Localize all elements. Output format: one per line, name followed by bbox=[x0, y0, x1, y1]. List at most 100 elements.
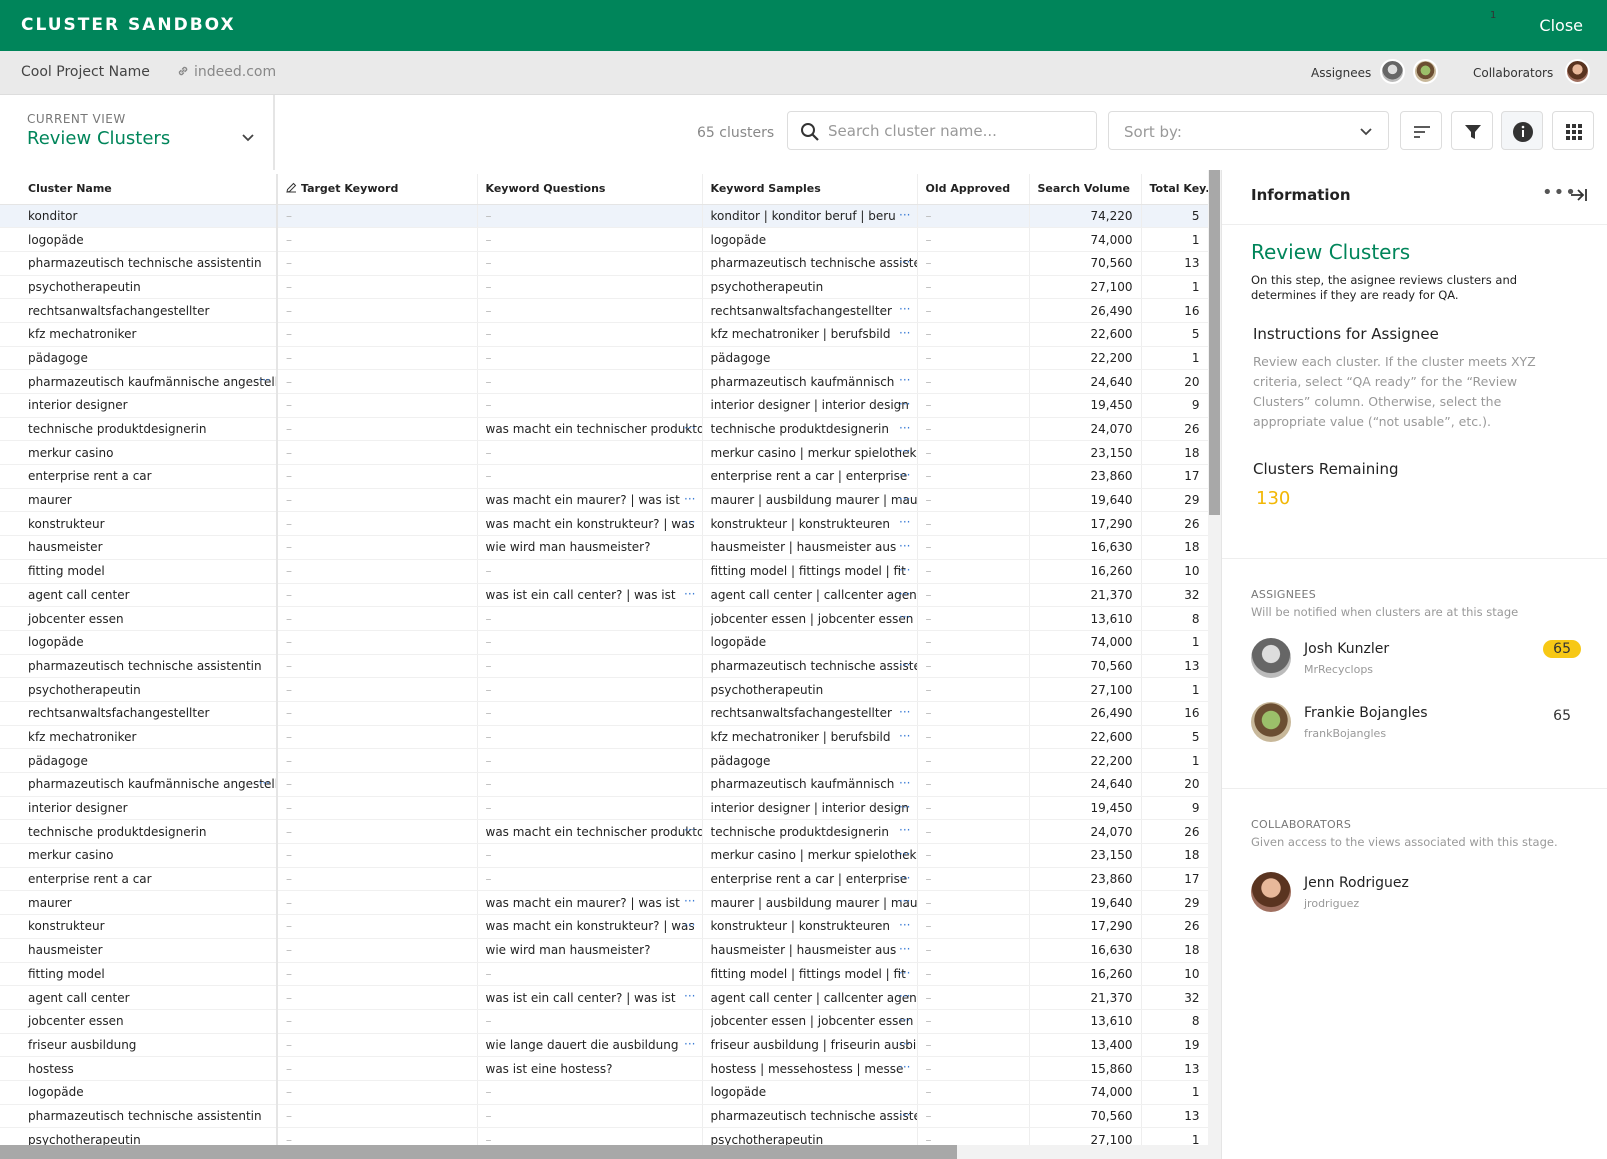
search-volume-cell[interactable]: 21,370 bbox=[1029, 985, 1142, 1010]
cluster-name-cell[interactable]: friseur ausbildung bbox=[0, 1033, 278, 1058]
old-approved-cell[interactable]: – bbox=[917, 914, 1030, 939]
cluster-name-cell[interactable]: merkur casino bbox=[0, 440, 278, 466]
search-volume-cell[interactable]: 22,200 bbox=[1029, 346, 1142, 371]
total-keywords-cell[interactable]: 16 bbox=[1141, 701, 1208, 726]
search-volume-cell[interactable]: 74,000 bbox=[1029, 1080, 1142, 1105]
old-approved-cell[interactable]: – bbox=[917, 559, 1030, 584]
cluster-name-cell[interactable]: logopäde bbox=[0, 227, 278, 252]
search-volume-cell[interactable]: 27,100 bbox=[1029, 677, 1142, 702]
avatar[interactable] bbox=[1380, 59, 1405, 84]
expand-cell-icon[interactable]: ··· bbox=[680, 894, 695, 908]
keyword-samples-cell[interactable]: konditor | konditor beruf | beruf ··· bbox=[702, 204, 918, 229]
target-keyword-cell[interactable]: – bbox=[277, 772, 478, 797]
cluster-name-cell[interactable]: technische produktdesignerin bbox=[0, 417, 278, 442]
table-row[interactable]: technische produktdesignerin – was macht e… bbox=[0, 819, 1208, 845]
expand-cell-icon[interactable]: ··· bbox=[255, 776, 270, 790]
expand-cell-icon[interactable]: ··· bbox=[680, 989, 695, 1003]
old-approved-cell[interactable]: – bbox=[917, 369, 1030, 394]
total-keywords-cell[interactable]: 1 bbox=[1141, 748, 1208, 773]
table-row[interactable]: pharmazeutisch technische assistentin – – p… bbox=[0, 654, 1208, 679]
total-keywords-cell[interactable]: 1 bbox=[1141, 275, 1208, 300]
keyword-questions-cell[interactable]: – bbox=[477, 1127, 703, 1145]
expand-cell-icon[interactable]: ··· bbox=[680, 587, 695, 601]
target-keyword-cell[interactable]: – bbox=[277, 559, 478, 584]
total-keywords-cell[interactable]: 29 bbox=[1141, 890, 1208, 916]
table-row[interactable]: merkur casino – – merkur casino | merkur sp… bbox=[0, 843, 1208, 868]
expand-cell-icon[interactable]: ··· bbox=[895, 587, 910, 601]
table-row[interactable]: rechtsanwaltsfachangestellter – – rechtsanw… bbox=[0, 701, 1208, 726]
target-keyword-cell[interactable]: – bbox=[277, 1033, 478, 1058]
search-input[interactable] bbox=[828, 120, 1088, 142]
old-approved-cell[interactable]: – bbox=[917, 843, 1030, 868]
cluster-name-cell[interactable]: hausmeister bbox=[0, 535, 278, 560]
cluster-name-cell[interactable]: jobcenter essen bbox=[0, 606, 278, 631]
keyword-questions-cell[interactable]: – bbox=[477, 464, 703, 489]
cluster-name-cell[interactable]: hostess bbox=[0, 1056, 278, 1081]
total-keywords-cell[interactable]: 18 bbox=[1141, 535, 1208, 560]
keyword-questions-cell[interactable]: was ist ein call center? | was ist ··· bbox=[477, 583, 703, 608]
old-approved-cell[interactable]: – bbox=[917, 440, 1030, 466]
old-approved-cell[interactable]: – bbox=[917, 275, 1030, 300]
keyword-samples-cell[interactable]: maurer | ausbildung maurer | maurer ··· bbox=[702, 890, 918, 916]
cluster-name-cell[interactable]: psychotherapeutin bbox=[0, 275, 278, 300]
total-keywords-cell[interactable]: 1 bbox=[1141, 346, 1208, 371]
sort-select[interactable]: Sort by: bbox=[1108, 111, 1389, 150]
search-volume-cell[interactable]: 70,560 bbox=[1029, 251, 1142, 276]
table-row[interactable]: technische produktdesignerin – was macht e… bbox=[0, 417, 1208, 442]
filter-button[interactable] bbox=[1451, 111, 1493, 150]
expand-cell-icon[interactable]: ··· bbox=[895, 989, 910, 1003]
expand-cell-icon[interactable]: ··· bbox=[895, 894, 910, 908]
table-row[interactable]: psychotherapeutin – – psychotherapeutin – 27,… bbox=[0, 275, 1208, 300]
table-row[interactable]: jobcenter essen – – jobcenter essen | jobce… bbox=[0, 1009, 1208, 1034]
search-volume-cell[interactable]: 17,290 bbox=[1029, 511, 1142, 537]
expand-cell-icon[interactable]: ··· bbox=[895, 515, 910, 529]
total-keywords-cell[interactable]: 1 bbox=[1141, 1080, 1208, 1105]
target-keyword-cell[interactable]: – bbox=[277, 1056, 478, 1081]
total-keywords-cell[interactable]: 8 bbox=[1141, 606, 1208, 631]
search-volume-cell[interactable]: 24,070 bbox=[1029, 417, 1142, 442]
keyword-samples-cell[interactable]: kfz mechatroniker | berufsbild ··· bbox=[702, 725, 918, 750]
table-row[interactable]: interior designer – – interior designer | i… bbox=[0, 393, 1208, 418]
target-keyword-cell[interactable]: – bbox=[277, 275, 478, 300]
expand-cell-icon[interactable]: ··· bbox=[680, 1037, 695, 1051]
expand-cell-icon[interactable]: ··· bbox=[895, 1013, 910, 1027]
old-approved-cell[interactable]: – bbox=[917, 1056, 1030, 1081]
keyword-samples-cell[interactable]: hausmeister | hausmeister aus ··· bbox=[702, 535, 918, 560]
search-volume-cell[interactable]: 26,490 bbox=[1029, 701, 1142, 726]
target-keyword-cell[interactable]: – bbox=[277, 1127, 478, 1145]
view-selector[interactable]: CURRENT VIEW Review Clusters bbox=[0, 95, 275, 170]
search-volume-cell[interactable]: 74,000 bbox=[1029, 227, 1142, 252]
search-box[interactable] bbox=[787, 111, 1097, 150]
column-header-total-keywords[interactable]: Total Key... bbox=[1141, 174, 1208, 205]
sort-order-button[interactable] bbox=[1400, 111, 1442, 150]
total-keywords-cell[interactable]: 32 bbox=[1141, 583, 1208, 608]
old-approved-cell[interactable]: – bbox=[917, 1080, 1030, 1105]
keyword-samples-cell[interactable]: enterprise rent a car | enterprise ··· bbox=[702, 867, 918, 892]
keyword-questions-cell[interactable]: – bbox=[477, 630, 703, 655]
old-approved-cell[interactable]: – bbox=[917, 204, 1030, 229]
keyword-questions-cell[interactable]: – bbox=[477, 606, 703, 631]
table-row[interactable]: pädagoge – – pädagoge – 22,200 1 bbox=[0, 346, 1208, 371]
search-volume-cell[interactable]: 15,860 bbox=[1029, 1056, 1142, 1081]
cluster-name-cell[interactable]: maurer bbox=[0, 488, 278, 513]
table-row[interactable]: logopäde – – logopäde – 74,000 1 bbox=[0, 630, 1208, 655]
keyword-questions-cell[interactable]: was ist ein call center? | was ist ··· bbox=[477, 985, 703, 1010]
search-volume-cell[interactable]: 19,450 bbox=[1029, 393, 1142, 418]
search-volume-cell[interactable]: 70,560 bbox=[1029, 654, 1142, 679]
expand-cell-icon[interactable]: ··· bbox=[895, 421, 910, 435]
expand-cell-icon[interactable]: ··· bbox=[895, 800, 910, 814]
keyword-questions-cell[interactable]: wie wird man hausmeister? bbox=[477, 535, 703, 560]
cluster-name-cell[interactable]: kfz mechatroniker bbox=[0, 725, 278, 750]
keyword-questions-cell[interactable]: – bbox=[477, 772, 703, 797]
cluster-name-cell[interactable]: kfz mechatroniker bbox=[0, 322, 278, 347]
search-volume-cell[interactable]: 22,200 bbox=[1029, 748, 1142, 773]
table-row[interactable]: psychotherapeutin – – psychotherapeutin – 27,… bbox=[0, 677, 1208, 702]
table-row[interactable]: konstrukteur – was macht ein konstrukteur?… bbox=[0, 511, 1208, 537]
table-row[interactable]: agent call center – was ist ein call cente… bbox=[0, 985, 1208, 1010]
keyword-questions-cell[interactable]: – bbox=[477, 275, 703, 300]
table-row[interactable]: fitting model – – fitting model | fittings … bbox=[0, 559, 1208, 584]
table-row[interactable]: pharmazeutisch kaufmännische angestellte… bbox=[0, 369, 1208, 394]
old-approved-cell[interactable]: – bbox=[917, 1127, 1030, 1145]
search-volume-cell[interactable]: 27,100 bbox=[1029, 1127, 1142, 1145]
expand-cell-icon[interactable]: ··· bbox=[895, 539, 910, 553]
